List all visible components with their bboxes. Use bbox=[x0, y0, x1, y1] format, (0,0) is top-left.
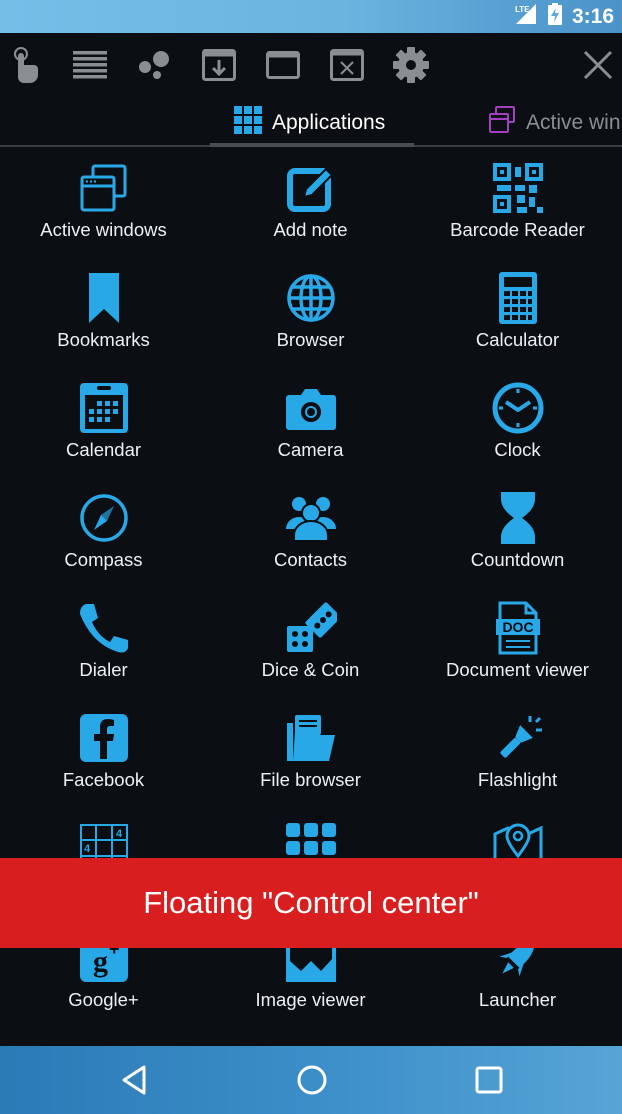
app-label: Facebook bbox=[62, 769, 145, 790]
app-label: Camera bbox=[277, 439, 344, 460]
app-add-note[interactable]: Add note bbox=[207, 155, 414, 265]
clock-icon bbox=[491, 381, 545, 435]
app-calendar[interactable]: Calendar bbox=[0, 375, 207, 485]
app-countdown[interactable]: Countdown bbox=[414, 485, 621, 595]
app-label: Calendar bbox=[65, 439, 142, 460]
app-flashlight[interactable]: Flashlight bbox=[414, 705, 621, 815]
app-label: Bookmarks bbox=[57, 329, 150, 350]
globe-icon bbox=[284, 271, 338, 325]
app-label: Google+ bbox=[68, 989, 139, 1010]
bubbles-icon[interactable] bbox=[134, 45, 174, 85]
phone-icon bbox=[77, 601, 131, 655]
svg-text:g: g bbox=[93, 945, 108, 978]
svg-text:4: 4 bbox=[84, 843, 91, 855]
app-label: Document viewer bbox=[446, 659, 589, 680]
app-facebook[interactable]: Facebook bbox=[0, 705, 207, 815]
list-icon[interactable] bbox=[70, 45, 110, 85]
windows-icon bbox=[488, 106, 516, 140]
app-label: Compass bbox=[64, 549, 143, 570]
grid-icon bbox=[234, 106, 262, 140]
back-icon bbox=[120, 1064, 150, 1101]
navigation-bar bbox=[0, 1046, 622, 1114]
folder-icon bbox=[284, 711, 338, 765]
tab-label: Active win bbox=[526, 111, 621, 134]
windows-icon bbox=[77, 161, 131, 215]
window-download-icon[interactable] bbox=[199, 45, 239, 85]
note-edit-icon bbox=[284, 161, 338, 215]
app-label: Browser bbox=[276, 329, 345, 350]
app-label: Add note bbox=[273, 219, 348, 240]
battery-charging-icon bbox=[547, 3, 562, 30]
app-active-windows[interactable]: Active windows bbox=[0, 155, 207, 265]
home-icon bbox=[296, 1064, 328, 1101]
app-contacts[interactable]: Contacts bbox=[207, 485, 414, 595]
app-file-browser[interactable]: File browser bbox=[207, 705, 414, 815]
qr-code-icon bbox=[491, 161, 545, 215]
app-camera[interactable]: Camera bbox=[207, 375, 414, 485]
toolbar bbox=[0, 33, 622, 95]
app-label: Calculator bbox=[475, 329, 560, 350]
camera-icon bbox=[284, 381, 338, 435]
banner-text: Floating "Control center" bbox=[143, 885, 479, 920]
close-icon[interactable] bbox=[578, 45, 618, 85]
app-label: Launcher bbox=[478, 989, 557, 1010]
promo-banner: Floating "Control center" bbox=[0, 858, 622, 948]
clock-time: 3:16 bbox=[571, 4, 614, 28]
app-clock[interactable]: Clock bbox=[414, 375, 621, 485]
svg-text:LTE: LTE bbox=[515, 5, 530, 14]
contacts-icon bbox=[284, 491, 338, 545]
app-browser[interactable]: Browser bbox=[207, 265, 414, 375]
app-calculator[interactable]: Calculator bbox=[414, 265, 621, 375]
doc-icon: DOC bbox=[491, 601, 545, 655]
tab-indicator bbox=[210, 143, 414, 147]
gear-icon[interactable] bbox=[391, 45, 431, 85]
recents-icon bbox=[474, 1065, 504, 1100]
app-dice-coin[interactable]: Dice & Coin bbox=[207, 595, 414, 705]
tab-active-windows[interactable]: Active win bbox=[488, 105, 621, 141]
calendar-icon bbox=[77, 381, 131, 435]
app-document-viewer[interactable]: DOC Document viewer bbox=[414, 595, 621, 705]
app-compass[interactable]: Compass bbox=[0, 485, 207, 595]
app-label: Countdown bbox=[470, 549, 565, 570]
app-label: Flashlight bbox=[477, 769, 558, 790]
compass-icon bbox=[77, 491, 131, 545]
status-bar: LTE 3:16 bbox=[0, 0, 622, 33]
touch-icon[interactable] bbox=[6, 45, 46, 85]
facebook-icon bbox=[77, 711, 131, 765]
app-label: Active windows bbox=[40, 219, 167, 240]
app-label: Contacts bbox=[273, 549, 347, 570]
app-label: Dice & Coin bbox=[261, 659, 360, 680]
window-icon[interactable] bbox=[263, 45, 303, 85]
tab-applications[interactable]: Applications bbox=[234, 105, 385, 141]
app-label: Clock bbox=[494, 439, 541, 460]
hourglass-icon bbox=[491, 491, 545, 545]
lte-signal-icon: LTE bbox=[514, 3, 538, 30]
home-button[interactable] bbox=[290, 1060, 334, 1104]
dice-icon bbox=[284, 601, 338, 655]
app-label: Image viewer bbox=[255, 989, 366, 1010]
back-button[interactable] bbox=[113, 1060, 157, 1104]
bookmark-icon bbox=[77, 271, 131, 325]
app-label: Barcode Reader bbox=[450, 219, 585, 240]
calculator-icon bbox=[491, 271, 545, 325]
svg-text:DOC: DOC bbox=[502, 619, 533, 635]
window-close-icon[interactable] bbox=[327, 45, 367, 85]
tab-label: Applications bbox=[272, 111, 386, 134]
app-dialer[interactable]: Dialer bbox=[0, 595, 207, 705]
svg-text:4: 4 bbox=[116, 828, 123, 840]
recents-button[interactable] bbox=[467, 1060, 511, 1104]
app-label: Dialer bbox=[79, 659, 128, 680]
app-label: File browser bbox=[260, 769, 361, 790]
flashlight-icon bbox=[491, 711, 545, 765]
app-bookmarks[interactable]: Bookmarks bbox=[0, 265, 207, 375]
app-barcode-reader[interactable]: Barcode Reader bbox=[414, 155, 621, 265]
tab-bar: Applications Active win bbox=[0, 95, 622, 149]
